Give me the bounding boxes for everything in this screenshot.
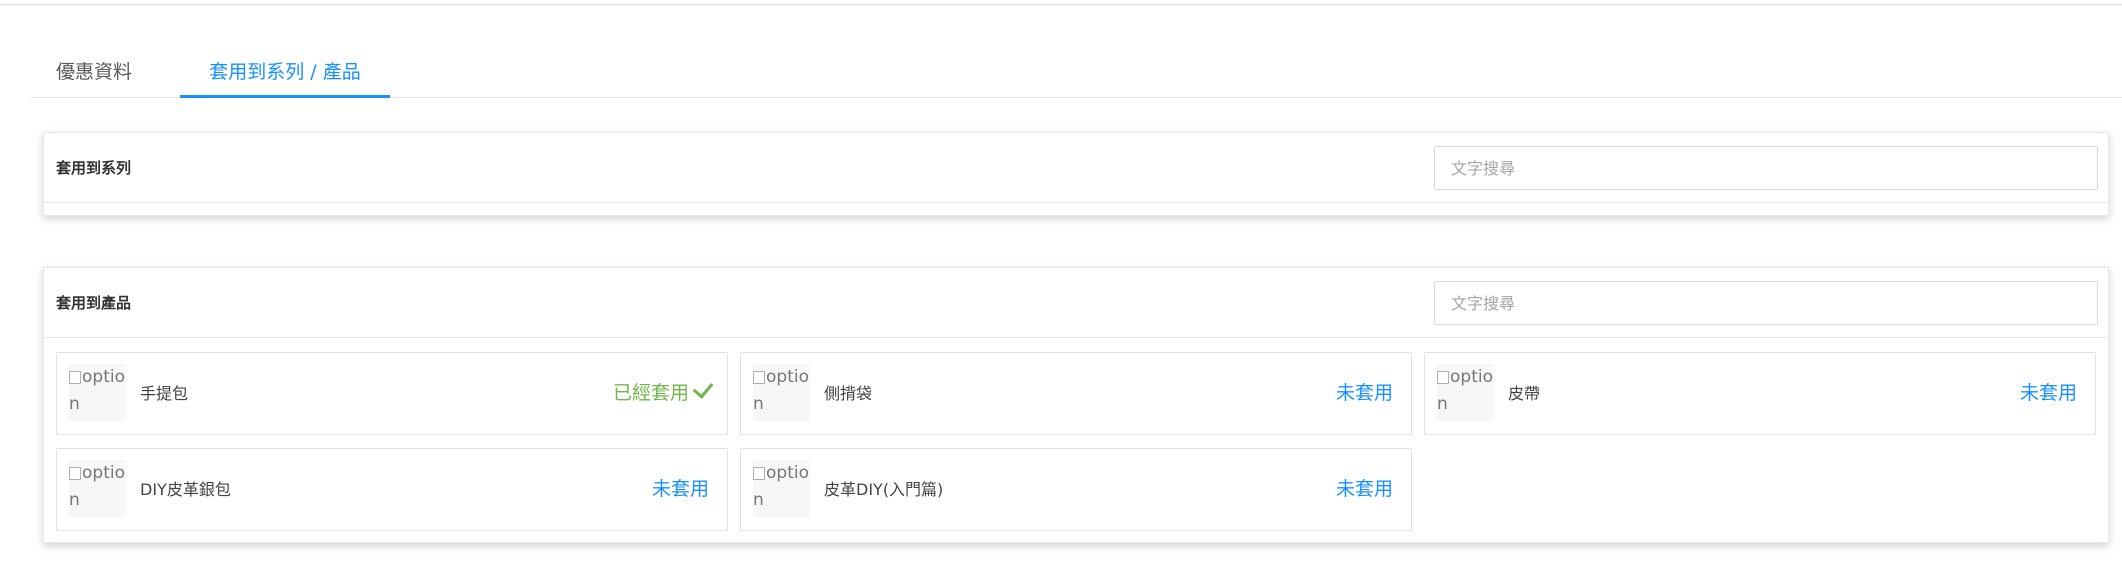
tab-bar: 優惠資料 套用到系列 / 產品: [30, 50, 2122, 98]
product-name: DIY皮革銀包: [140, 480, 231, 499]
tab-discount-info[interactable]: 優惠資料: [50, 50, 138, 98]
product-name: 側揹袋: [824, 384, 873, 403]
product-status-applied[interactable]: 已經套用: [612, 353, 714, 434]
series-card-header: 套用到系列: [44, 133, 2108, 203]
product-status-apply-button[interactable]: 未套用: [652, 449, 709, 530]
series-card: 套用到系列: [43, 132, 2109, 216]
broken-image-icon: [69, 371, 81, 384]
product-thumbnail: option: [753, 364, 810, 421]
products-search-input[interactable]: [1434, 281, 2098, 325]
products-card: 套用到產品 option 手提包 已經套用 option 側揹袋 未套用 opt…: [43, 267, 2109, 543]
products-card-title: 套用到產品: [56, 294, 132, 312]
series-card-title: 套用到系列: [56, 159, 132, 177]
product-item: option 皮革DIY(入門篇) 未套用: [740, 448, 1412, 531]
product-name: 皮帶: [1508, 384, 1541, 403]
product-status-apply-button[interactable]: 未套用: [1336, 353, 1393, 434]
product-item: option 皮帶 未套用: [1424, 352, 2096, 435]
product-name: 手提包: [140, 384, 189, 403]
product-name: 皮革DIY(入門篇): [824, 480, 944, 499]
status-label: 已經套用: [612, 382, 689, 404]
tab-apply-to-series-products[interactable]: 套用到系列 / 產品: [180, 50, 390, 98]
series-search-input[interactable]: [1434, 146, 2098, 190]
check-icon: [692, 377, 714, 399]
product-status-apply-button[interactable]: 未套用: [1336, 449, 1393, 530]
product-item: option 手提包 已經套用: [56, 352, 728, 435]
product-thumbnail: option: [1437, 364, 1494, 421]
product-thumbnail: option: [753, 460, 810, 517]
broken-image-icon: [753, 371, 765, 384]
top-divider: [0, 0, 2122, 5]
product-item: option DIY皮革銀包 未套用: [56, 448, 728, 531]
products-card-header: 套用到產品: [44, 268, 2108, 338]
product-thumbnail: option: [69, 364, 126, 421]
broken-image-icon: [1437, 371, 1449, 384]
product-thumbnail: option: [69, 460, 126, 517]
broken-image-icon: [69, 467, 81, 480]
broken-image-icon: [753, 467, 765, 480]
product-item: option 側揹袋 未套用: [740, 352, 1412, 435]
product-status-apply-button[interactable]: 未套用: [2020, 353, 2077, 434]
